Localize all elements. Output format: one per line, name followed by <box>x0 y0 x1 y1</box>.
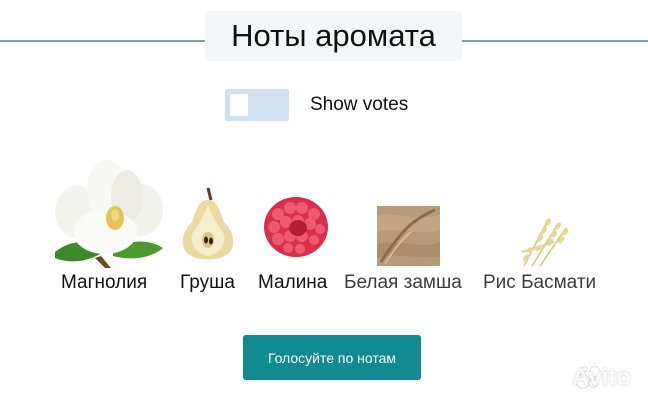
note-name: Белая замша <box>344 272 462 293</box>
header-divider-left <box>0 40 205 42</box>
header-divider-right <box>462 40 648 42</box>
show-votes-label: Show votes <box>310 94 409 115</box>
note-name: Малина <box>258 272 328 293</box>
note-name: Груша <box>180 272 235 293</box>
toggle-knob <box>230 94 248 116</box>
raspberry-image <box>264 197 328 257</box>
section-title: Ноты аромата <box>231 18 436 53</box>
show-votes-toggle[interactable] <box>225 89 289 121</box>
white-suede-image <box>377 206 440 266</box>
avito-watermark: Avito <box>572 364 632 391</box>
section-title-box: Ноты аромата <box>205 11 462 61</box>
vote-notes-button[interactable]: Голосуйте по нотам <box>243 335 421 380</box>
note-name: Магнолия <box>61 272 148 293</box>
magnolia-flower-image <box>55 160 163 268</box>
basmati-rice-image <box>521 218 569 267</box>
pear-image <box>182 187 234 260</box>
note-name: Рис Басмати <box>483 272 597 293</box>
